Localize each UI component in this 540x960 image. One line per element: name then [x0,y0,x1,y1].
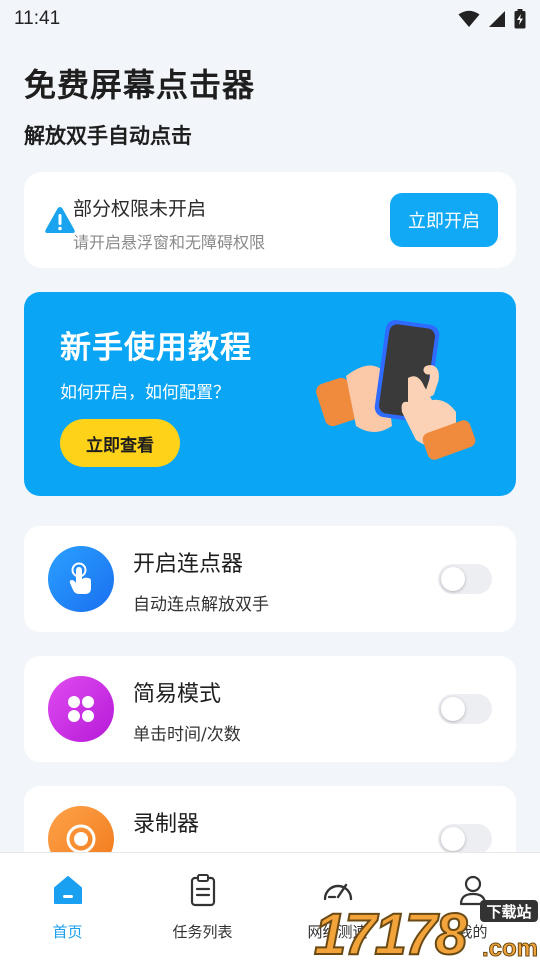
four-petal-icon [48,676,114,742]
nav-label: 任务列表 [172,923,233,941]
feature-description: 单击时间/次数 [133,725,241,745]
battery-charging-icon [514,9,526,29]
app-subtitle: 解放双手自动点击 [24,124,192,148]
wifi-icon [458,10,480,27]
permission-title: 部分权限未开启 [73,198,207,220]
banner-subtitle: 如何开启，如何配置？ [60,383,230,403]
feature-title: 简易模式 [133,682,222,707]
warning-icon [45,207,75,233]
toggle-knob [441,827,465,851]
watermark-badge: 下载站 [486,903,531,921]
auto-clicker-toggle[interactable] [438,564,492,594]
hand-holding-phone-icon [316,320,476,460]
toggle-knob [441,567,465,591]
feature-card-auto-clicker[interactable]: 开启连点器 自动连点解放双手 [24,526,516,632]
watermark-number: 17178 [314,902,468,960]
nav-item-home[interactable]: 首页 [0,853,135,960]
feature-card-simple-mode[interactable]: 简易模式 单击时间/次数 [24,656,516,762]
tap-hand-icon [48,546,114,612]
simple-mode-toggle[interactable] [438,694,492,724]
permission-description: 请开启悬浮窗和无障碍权限 [73,233,266,252]
watermark-suffix: .com [482,935,538,960]
status-bar: 11:41 [0,0,540,38]
nav-item-task-list[interactable]: 任务列表 [135,853,270,960]
feature-description: 自动连点解放双手 [133,595,269,615]
clipboard-icon [190,874,215,907]
banner-title: 新手使用教程 [60,330,252,366]
nav-label: 首页 [52,923,83,941]
recorder-toggle[interactable] [438,824,492,854]
feature-title: 录制器 [133,812,200,837]
status-time: 11:41 [14,8,61,29]
signal-icon [489,11,505,27]
feature-title: 开启连点器 [133,552,244,577]
toggle-knob [441,697,465,721]
watermark-logo: 17178 下载站 .com [313,900,539,960]
enable-permission-button[interactable]: 立即开启 [390,193,498,247]
view-tutorial-button[interactable]: 立即查看 [60,419,180,467]
status-icons [458,9,526,29]
app-title: 免费屏幕点击器 [24,66,256,104]
home-icon [53,876,82,904]
